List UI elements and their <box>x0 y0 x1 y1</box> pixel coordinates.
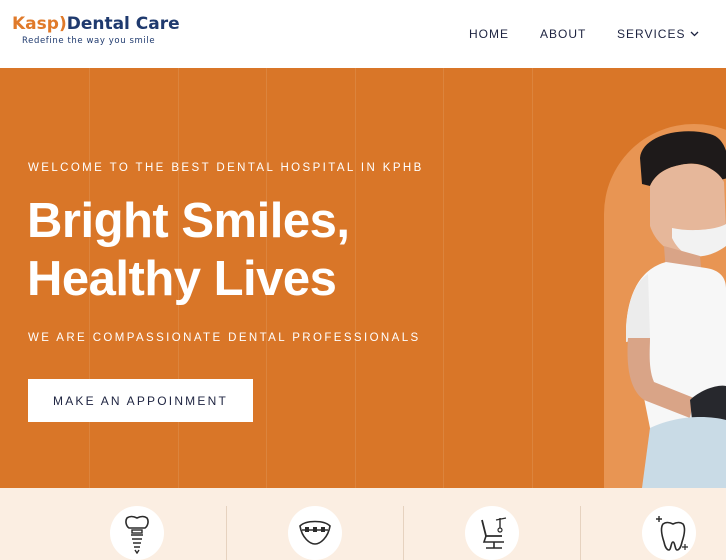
headline-line-1: Bright Smiles, <box>27 194 350 248</box>
hero-eyebrow: WELCOME TO THE BEST DENTAL HOSPITAL IN K… <box>28 162 424 174</box>
chevron-down-icon <box>691 31 699 37</box>
nav-item-services-label: SERVICES <box>617 27 686 41</box>
site-header: Kasp)Dental Care Redefine the way you sm… <box>0 0 726 68</box>
nav-item-services[interactable]: SERVICES <box>617 27 699 41</box>
hero-stripe <box>443 68 444 488</box>
make-appointment-button[interactable]: MAKE AN APPOINMENT <box>28 379 253 422</box>
service-braces[interactable] <box>288 506 342 560</box>
service-divider <box>580 506 581 560</box>
hero-stripe <box>355 68 356 488</box>
service-divider <box>226 506 227 560</box>
services-strip <box>0 488 726 560</box>
nav-item-home[interactable]: HOME <box>469 27 509 41</box>
braces-icon <box>299 520 331 545</box>
sparkling-tooth-icon <box>656 516 688 551</box>
service-implant[interactable] <box>110 506 164 560</box>
hero-subline: WE ARE COMPASSIONATE DENTAL PROFESSIONAL… <box>28 332 421 344</box>
nav-item-about[interactable]: ABOUT <box>540 27 586 41</box>
dental-chair-icon <box>481 517 507 549</box>
dentist-photo <box>626 131 726 488</box>
dental-implant-icon <box>125 515 149 554</box>
hero-banner: WELCOME TO THE BEST DENTAL HOSPITAL IN K… <box>0 68 726 488</box>
service-whitening[interactable] <box>642 506 696 560</box>
service-divider <box>403 506 404 560</box>
service-chair[interactable] <box>465 506 519 560</box>
hero-headline: Bright Smiles, Healthy Lives <box>27 192 350 308</box>
main-nav: HOME ABOUT SERVICES <box>0 27 726 41</box>
headline-line-2: Healthy Lives <box>27 252 337 306</box>
hero-stripe <box>532 68 533 488</box>
